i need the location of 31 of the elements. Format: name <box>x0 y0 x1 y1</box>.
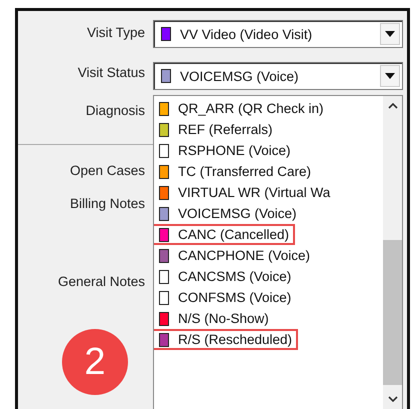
dropdown-option[interactable]: VOICEMSG (Voice) <box>154 203 303 224</box>
scroll-thumb[interactable] <box>383 240 402 385</box>
dropdown-option[interactable]: CANC (Cancelled) <box>154 224 296 245</box>
field-label: General Notes <box>56 273 146 291</box>
dropdown-option[interactable]: R/S (Rescheduled) <box>154 329 298 350</box>
dropdown-arrow-button[interactable] <box>380 65 400 87</box>
scrollbar[interactable] <box>383 96 402 409</box>
dropdown-option[interactable]: QR_ARR (QR Check in) <box>154 98 330 119</box>
scroll-down-icon[interactable] <box>388 396 398 402</box>
dropdown-field[interactable]: VV Video (Video Visit) <box>153 20 403 48</box>
caret-icon <box>385 31 395 37</box>
scroll-up-icon[interactable] <box>388 103 398 109</box>
dropdown-option[interactable]: N/S (No-Show) <box>154 308 275 329</box>
dropdown-option[interactable]: CANCPHONE (Voice) <box>154 245 316 266</box>
field-label: Visit Status <box>76 64 146 82</box>
field-label: Visit Type <box>86 24 146 42</box>
dropdown-option[interactable]: CANCSMS (Voice) <box>154 266 298 287</box>
field-label: Billing Notes <box>68 195 146 213</box>
caret-icon <box>385 73 395 79</box>
dropdown-option[interactable]: VIRTUAL WR (Virtual Wa <box>154 182 336 203</box>
field-label: Diagnosis <box>84 102 146 120</box>
dropdown-arrow-button[interactable] <box>380 23 400 45</box>
dropdown-option[interactable]: TC (Transferred Care) <box>154 161 318 182</box>
dropdown-option[interactable]: CONFSMS (Voice) <box>154 287 298 308</box>
dropdown-value: VV Video (Video Visit) <box>180 26 314 42</box>
dropdown-option[interactable]: RSPHONE (Voice) <box>154 140 297 161</box>
dropdown-field[interactable]: VOICEMSG (Voice) <box>153 62 403 90</box>
field-label: Open Cases <box>68 162 146 180</box>
dropdown-option[interactable]: REF (Referrals) <box>154 119 279 140</box>
step-badge: 2 <box>62 329 128 395</box>
dropdown-value: VOICEMSG (Voice) <box>180 68 300 84</box>
